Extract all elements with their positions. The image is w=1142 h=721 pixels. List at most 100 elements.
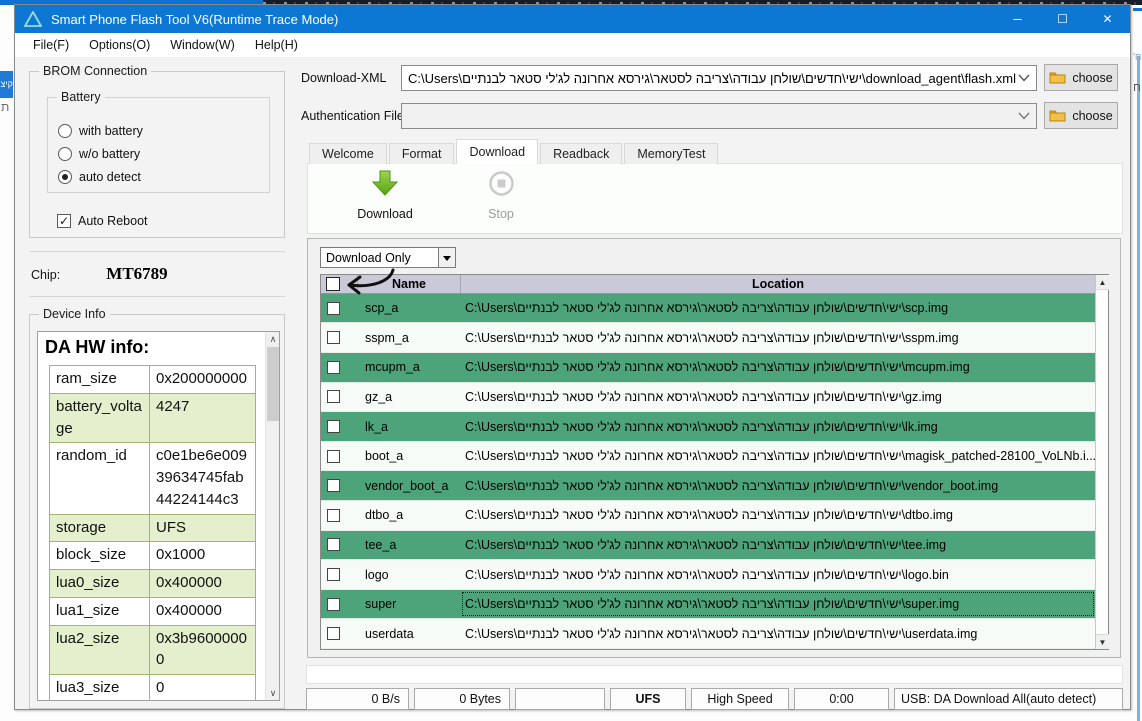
row-checkbox[interactable] bbox=[327, 479, 340, 492]
table-row[interactable]: scp_aC:\Users\ישי\חדשים\שולחן עבודה\צריב… bbox=[321, 294, 1095, 324]
row-location[interactable]: C:\Users\ישי\חדשים\שולחן עבודה\צריבה לסט… bbox=[461, 384, 1095, 410]
download-button-label: Download bbox=[340, 207, 430, 221]
scroll-down-icon[interactable]: ∨ bbox=[266, 686, 280, 700]
row-checkbox-cell bbox=[321, 538, 358, 551]
select-all-checkbox[interactable] bbox=[326, 277, 340, 291]
table-row[interactable]: mcupm_aC:\Users\ישי\חדשים\שולחן עבודה\צר… bbox=[321, 353, 1095, 383]
tab-memorytest[interactable]: MemoryTest bbox=[624, 143, 718, 164]
tab-readback[interactable]: Readback bbox=[540, 143, 622, 164]
download-button[interactable]: Download bbox=[340, 170, 430, 228]
menu-item-file[interactable]: File(F) bbox=[24, 35, 78, 55]
row-checkbox[interactable] bbox=[327, 598, 340, 611]
background-left-button-fragment: קיצ bbox=[0, 71, 13, 98]
table-row[interactable]: lk_aC:\Users\ישי\חדשים\שולחן עבודה\צריבה… bbox=[321, 412, 1095, 442]
radio-icon[interactable] bbox=[58, 124, 72, 138]
row-location[interactable]: C:\Users\ישי\חדשים\שולחן עבודה\צריבה לסט… bbox=[461, 473, 1095, 499]
radio-icon[interactable] bbox=[58, 170, 72, 184]
tab-welcome[interactable]: Welcome bbox=[309, 143, 387, 164]
row-checkbox[interactable] bbox=[327, 361, 340, 374]
tab-download[interactable]: Download bbox=[456, 139, 538, 164]
scroll-down-icon[interactable]: ▼ bbox=[1096, 634, 1109, 649]
menu-item-window[interactable]: Window(W) bbox=[161, 35, 244, 55]
scroll-up-icon[interactable]: ∧ bbox=[266, 332, 280, 346]
table-row[interactable]: vendor_boot_aC:\Users\ישי\חדשים\שולחן עב… bbox=[321, 471, 1095, 501]
radio-label: with battery bbox=[79, 124, 143, 138]
row-checkbox[interactable] bbox=[327, 331, 340, 344]
name-column-header[interactable]: Name bbox=[358, 275, 461, 293]
device-info-value: c0e1be6e00939634745fab44224144c3 bbox=[150, 443, 256, 514]
row-name: boot_a bbox=[358, 449, 461, 463]
auth-file-choose-button[interactable]: choose bbox=[1044, 102, 1118, 129]
row-location[interactable]: C:\Users\ישי\חדשים\שולחן עבודה\צריבה לסט… bbox=[461, 414, 1095, 440]
auto-reboot-checkbox[interactable] bbox=[57, 214, 71, 228]
radio-option-auto-detect[interactable]: auto detect bbox=[58, 168, 141, 186]
row-location[interactable]: C:\Users\ישי\חדשים\שולחן עבודה\צריבה לסט… bbox=[461, 591, 1095, 617]
table-row[interactable]: boot_aC:\Users\ישי\חדשים\שולחן עבודה\צרי… bbox=[321, 442, 1095, 472]
row-checkbox[interactable] bbox=[327, 450, 340, 463]
table-row[interactable]: gz_aC:\Users\ישי\חדשים\שולחן עבודה\צריבה… bbox=[321, 383, 1095, 413]
row-name: sspm_a bbox=[358, 331, 461, 345]
table-body: scp_aC:\Users\ישי\חדשים\שולחן עבודה\צריב… bbox=[321, 294, 1095, 649]
auth-file-combobox[interactable] bbox=[401, 103, 1037, 129]
table-row[interactable]: superC:\Users\ישי\חדשים\שולחן עבודה\צריב… bbox=[321, 590, 1095, 620]
row-checkbox-cell bbox=[321, 509, 358, 522]
scene-mode-combobox[interactable]: Download Only bbox=[320, 247, 456, 268]
row-checkbox-cell bbox=[321, 302, 358, 315]
battery-group: Battery with batteryw/o batteryauto dete… bbox=[47, 97, 270, 193]
device-info-key: block_size bbox=[50, 542, 150, 570]
tab-format[interactable]: Format bbox=[389, 143, 455, 164]
row-location[interactable]: C:\Users\ישי\חדשים\שולחן עבודה\צריבה לסט… bbox=[461, 621, 1095, 647]
chevron-down-icon bbox=[1018, 74, 1030, 82]
row-location[interactable]: C:\Users\ישי\חדשים\שולחן עבודה\צריבה לסט… bbox=[461, 325, 1095, 351]
row-name: vendor_boot_a bbox=[358, 479, 461, 493]
row-location[interactable]: C:\Users\ישי\חדשים\שולחן עבודה\צריבה לסט… bbox=[461, 532, 1095, 558]
scrollbar-thumb[interactable] bbox=[267, 347, 279, 421]
radio-icon[interactable] bbox=[58, 147, 72, 161]
device-info-label: Device Info bbox=[39, 307, 110, 321]
row-location[interactable]: C:\Users\ישי\חדשים\שולחן עבודה\צריבה לסט… bbox=[461, 295, 1095, 321]
close-button[interactable]: ✕ bbox=[1085, 5, 1130, 33]
download-list-group: Download Only Name Location scp_aC:\User… bbox=[307, 238, 1121, 658]
location-column-header[interactable]: Location bbox=[461, 275, 1095, 293]
row-location[interactable]: C:\Users\ישי\חדשים\שולחן עבודה\צריבה לסט… bbox=[461, 562, 1095, 588]
row-checkbox[interactable] bbox=[327, 568, 340, 581]
auto-reboot-option[interactable]: Auto Reboot bbox=[57, 214, 148, 228]
row-checkbox[interactable] bbox=[327, 538, 340, 551]
device-info-panel: DA HW info: ram_size0x200000000battery_v… bbox=[37, 331, 280, 701]
download-arrow-icon bbox=[371, 170, 399, 197]
row-checkbox[interactable] bbox=[327, 420, 340, 433]
row-location[interactable]: C:\Users\ישי\חדשים\שולחן עבודה\צריבה לסט… bbox=[461, 502, 1095, 528]
download-tab-pane: Download Stop bbox=[307, 163, 1123, 234]
status-usb_speed: High Speed bbox=[691, 688, 789, 710]
table-scrollbar[interactable]: ▲ ▼ bbox=[1095, 275, 1108, 649]
background-right-text-fragment: 'ח bbox=[1133, 52, 1142, 63]
device-info-row: lua2_size0x3b96000000 bbox=[50, 625, 256, 675]
row-checkbox[interactable] bbox=[327, 509, 340, 522]
dropdown-arrow-icon[interactable] bbox=[438, 248, 455, 267]
table-row[interactable]: sspm_aC:\Users\ישי\חדשים\שולחן עבודה\צרי… bbox=[321, 323, 1095, 353]
menu-item-help[interactable]: Help(H) bbox=[246, 35, 307, 55]
table-row[interactable]: userdataC:\Users\ישי\חדשים\שולחן עבודה\צ… bbox=[321, 619, 1095, 649]
radio-option-with-battery[interactable]: with battery bbox=[58, 122, 143, 140]
row-checkbox[interactable] bbox=[327, 627, 340, 640]
maximize-button[interactable]: ☐ bbox=[1040, 5, 1085, 33]
download-xml-combobox[interactable]: C:\Users\ישי\חדשים\שולחן עבודה\צריבה לסט… bbox=[401, 65, 1037, 91]
row-checkbox[interactable] bbox=[327, 302, 340, 315]
download-xml-choose-button[interactable]: choose bbox=[1044, 64, 1118, 91]
row-location[interactable]: C:\Users\ישי\חדשים\שולחן עבודה\צריבה לסט… bbox=[461, 354, 1095, 380]
table-row[interactable]: dtbo_aC:\Users\ישי\חדשים\שולחן עבודה\צרי… bbox=[321, 501, 1095, 531]
status-speed: 0 B/s bbox=[306, 688, 409, 710]
device-info-scrollbar[interactable]: ∧ ∨ bbox=[265, 332, 279, 700]
device-info-value: 0 bbox=[150, 675, 256, 702]
row-location[interactable]: C:\Users\ישי\חדשים\שולחן עבודה\צריבה לסט… bbox=[461, 443, 1095, 469]
table-row[interactable]: tee_aC:\Users\ישי\חדשים\שולחן עבודה\צריב… bbox=[321, 531, 1095, 561]
row-checkbox-cell bbox=[321, 598, 358, 611]
row-checkbox[interactable] bbox=[327, 390, 340, 403]
menu-item-options[interactable]: Options(O) bbox=[80, 35, 159, 55]
stop-button[interactable]: Stop bbox=[456, 170, 546, 228]
radio-option-w-o-battery[interactable]: w/o battery bbox=[58, 145, 140, 163]
table-row[interactable]: logoC:\Users\ישי\חדשים\שולחן עבודה\צריבה… bbox=[321, 560, 1095, 590]
scroll-up-icon[interactable]: ▲ bbox=[1096, 275, 1109, 290]
background-right-scroll-line bbox=[1137, 56, 1140, 721]
minimize-button[interactable]: ─ bbox=[995, 5, 1040, 33]
